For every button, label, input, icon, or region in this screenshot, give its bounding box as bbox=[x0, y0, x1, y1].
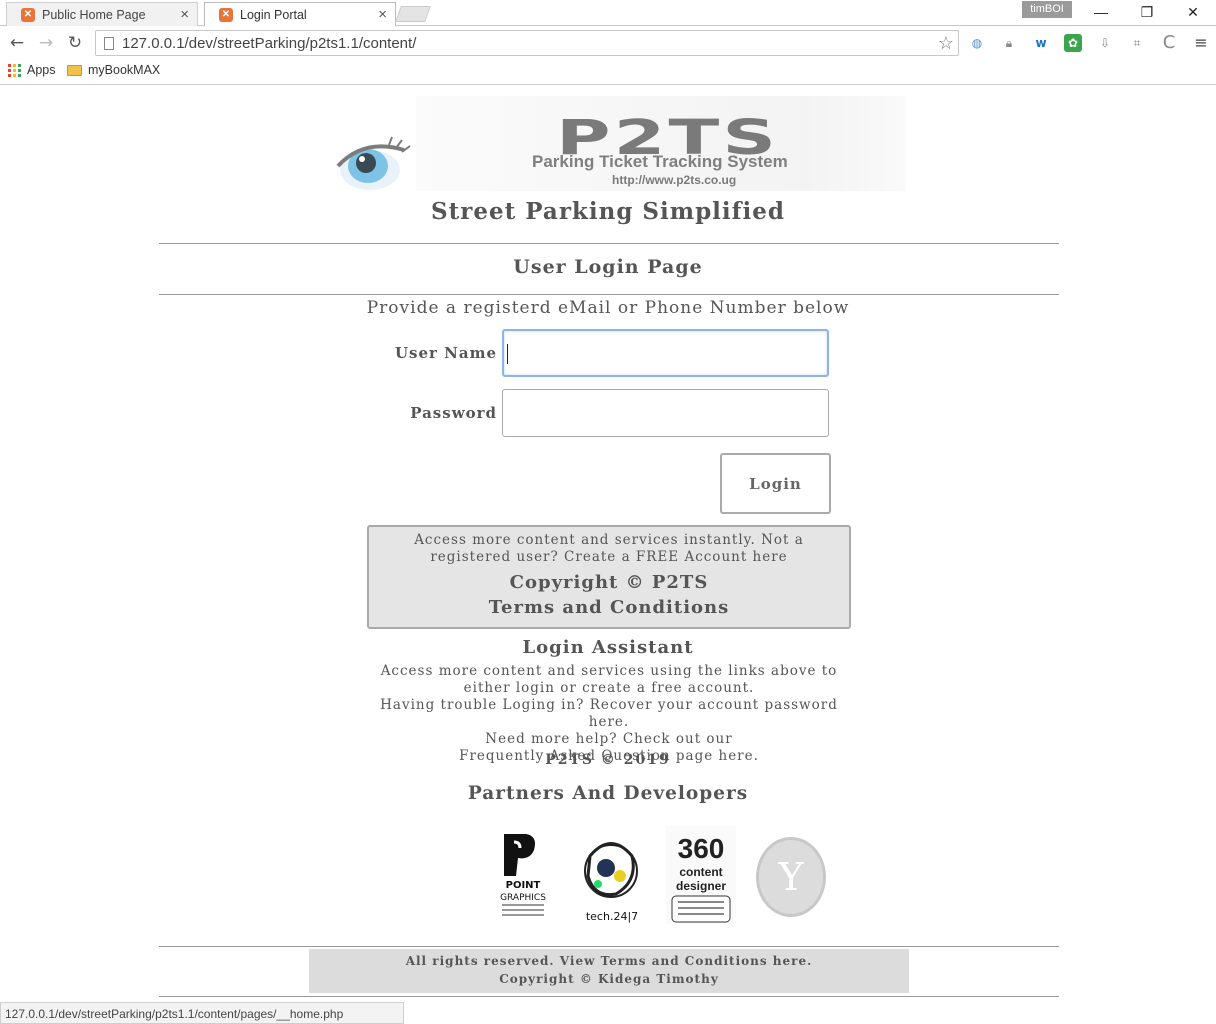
status-bar-url: 127.0.0.1/dev/streetParking/p2ts1.1/cont… bbox=[0, 1002, 404, 1024]
xampp-icon: ✕ bbox=[21, 7, 35, 22]
browser-toolbar: ← → ↻ 127.0.0.1/dev/streetParking/p2ts1.… bbox=[0, 27, 1216, 58]
tagline: Street Parking Simplified bbox=[430, 198, 786, 225]
reload-icon[interactable]: ↻ bbox=[63, 31, 87, 55]
close-icon[interactable]: × bbox=[180, 6, 189, 23]
tab-login-portal[interactable]: ✕ Login Portal × bbox=[204, 2, 396, 26]
year-copyright: P2TS © 2019 bbox=[545, 752, 671, 768]
tab-title: Login Portal bbox=[240, 7, 307, 22]
recover-password-link[interactable]: Having trouble Loging in? Recover your a… bbox=[380, 697, 838, 730]
bookmark-apps[interactable]: Apps bbox=[8, 63, 56, 77]
footer-author: Copyright © Kidega Timothy bbox=[499, 972, 719, 986]
logo-url: http://www.p2ts.co.ug bbox=[612, 173, 737, 187]
register-info-box: Access more content and services instant… bbox=[367, 525, 851, 629]
extension-c-icon[interactable]: C bbox=[1160, 34, 1178, 52]
close-icon[interactable]: × bbox=[378, 6, 387, 23]
bookmark-star-icon[interactable]: ☆ bbox=[938, 33, 954, 54]
apps-grid-icon bbox=[8, 63, 21, 77]
page-icon bbox=[104, 37, 114, 50]
folder-icon bbox=[67, 64, 82, 76]
assistant-line: Access more content and services using t… bbox=[380, 663, 838, 696]
divider bbox=[159, 946, 1059, 947]
login-button[interactable]: Login bbox=[720, 453, 831, 514]
logo-banner: P2TS Parking Ticket Tracking System http… bbox=[416, 96, 906, 191]
login-assistant-title: Login Assistant bbox=[522, 637, 694, 658]
svg-text:POINT: POINT bbox=[506, 880, 541, 891]
address-url[interactable]: 127.0.0.1/dev/streetParking/p2ts1.1/cont… bbox=[122, 35, 416, 52]
svg-text:designer: designer bbox=[676, 879, 726, 893]
y-partner-logo[interactable]: Y bbox=[756, 837, 826, 917]
address-bar[interactable]: 127.0.0.1/dev/streetParking/p2ts1.1/cont… bbox=[95, 30, 959, 56]
logo-subtitle: Parking Ticket Tracking System bbox=[532, 152, 788, 171]
svg-text:360: 360 bbox=[678, 833, 725, 864]
profile-badge[interactable]: timBOI bbox=[1022, 1, 1072, 18]
assistant-line: Need more help? Check out our bbox=[485, 731, 733, 747]
svg-text:GRAPHICS: GRAPHICS bbox=[500, 893, 546, 903]
bookmark-mybookmax[interactable]: myBookMAX bbox=[67, 63, 160, 77]
forward-icon[interactable]: → bbox=[34, 31, 58, 55]
divider bbox=[159, 996, 1059, 997]
point-graphics-logo[interactable]: POINT GRAPHICS bbox=[490, 826, 556, 924]
tech-247-logo[interactable]: tech.24|7 bbox=[576, 826, 646, 924]
eye-logo-icon bbox=[336, 136, 411, 190]
extension-w-icon[interactable]: w bbox=[1032, 34, 1050, 52]
extension-shield-icon[interactable]: ◍ bbox=[968, 34, 986, 52]
tab-public-home[interactable]: ✕ Public Home Page × bbox=[6, 2, 198, 26]
extension-gamepad-icon[interactable]: ⌗ bbox=[1128, 34, 1146, 52]
bookmark-label: Apps bbox=[27, 63, 56, 77]
extension-download-icon[interactable]: ⇩ bbox=[1096, 34, 1114, 52]
new-tab-button[interactable] bbox=[395, 6, 431, 22]
footer-terms-link[interactable]: All rights reserved. View Terms and Cond… bbox=[406, 954, 813, 968]
login-instruction: Provide a registerd eMail or Phone Numbe… bbox=[366, 298, 850, 318]
svg-text:content: content bbox=[679, 865, 722, 879]
divider bbox=[159, 243, 1059, 244]
terms-link[interactable]: Terms and Conditions bbox=[369, 597, 849, 618]
browser-tab-strip: ✕ Public Home Page × ✕ Login Portal × ti… bbox=[0, 0, 1216, 26]
username-input[interactable] bbox=[502, 329, 829, 377]
svg-text:tech.24|7: tech.24|7 bbox=[586, 910, 638, 923]
text-caret bbox=[507, 344, 508, 364]
360-content-designer-logo[interactable]: 360 content designer bbox=[666, 826, 736, 924]
copyright-heading: Copyright © P2TS bbox=[509, 572, 709, 593]
p2ts-logo: P2TS Parking Ticket Tracking System http… bbox=[334, 96, 909, 196]
bookmark-label: myBookMAX bbox=[88, 63, 161, 77]
username-label: User Name bbox=[394, 344, 497, 362]
xampp-icon: ✕ bbox=[219, 7, 233, 22]
password-label: Password bbox=[410, 404, 497, 422]
tab-title: Public Home Page bbox=[42, 7, 146, 22]
bookmarks-bar: Apps myBookMAX bbox=[0, 58, 1216, 85]
extension-green-icon[interactable]: ✿ bbox=[1064, 34, 1082, 52]
divider bbox=[159, 294, 1059, 295]
back-icon[interactable]: ← bbox=[5, 31, 29, 55]
login-assistant-text: Access more content and services using t… bbox=[365, 663, 853, 765]
password-input[interactable] bbox=[502, 389, 829, 437]
create-account-link[interactable]: Access more content and services instant… bbox=[414, 532, 804, 565]
extension-lock-icon[interactable]: 🔒︎ bbox=[1000, 34, 1018, 52]
window-close-button[interactable]: ✕ bbox=[1178, 2, 1208, 22]
page-title: User Login Page bbox=[513, 256, 703, 278]
restore-button[interactable]: ❐ bbox=[1132, 2, 1162, 22]
partners-title: Partners And Developers bbox=[467, 783, 749, 804]
menu-icon[interactable]: ≡ bbox=[1192, 34, 1210, 52]
page-content: P2TS Parking Ticket Tracking System http… bbox=[0, 86, 1216, 1000]
footer: All rights reserved. View Terms and Cond… bbox=[309, 949, 909, 993]
minimize-button[interactable]: — bbox=[1086, 2, 1116, 22]
